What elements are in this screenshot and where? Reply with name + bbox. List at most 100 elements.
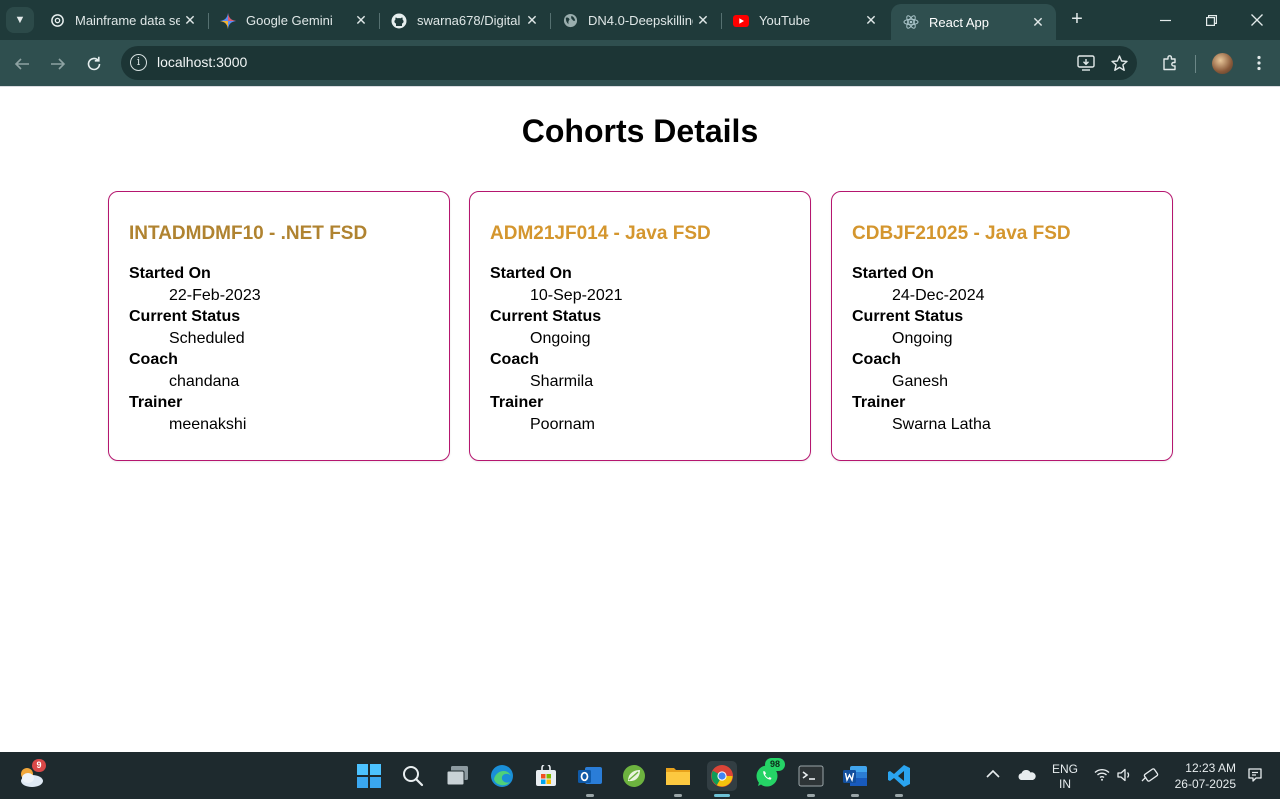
wifi-icon[interactable] [1094, 768, 1110, 784]
restore-icon [1205, 14, 1217, 26]
close-icon[interactable]: ✕ [522, 12, 542, 29]
current-status-label: Current Status [490, 308, 602, 325]
started-on-value: 24-Dec-2024 [892, 286, 985, 304]
tab-search-button[interactable]: ▼ [6, 7, 34, 33]
back-button[interactable] [9, 51, 35, 77]
started-on-value: 22-Feb-2023 [169, 286, 261, 304]
running-indicator [851, 794, 859, 797]
battery-charging-icon[interactable] [1141, 768, 1159, 785]
close-window-button[interactable] [1234, 0, 1280, 40]
cohort-name: ADM21JF014 - Java FSD [490, 223, 711, 244]
task-view-button[interactable] [443, 761, 473, 791]
coach-label: Coach [852, 351, 901, 368]
url-text[interactable]: localhost:3000 [157, 54, 247, 70]
microsoft-store-app[interactable] [531, 761, 561, 791]
globe-icon [562, 13, 578, 29]
volume-icon[interactable] [1117, 768, 1133, 785]
windows-taskbar: 9 98 ENG IN 12:23 AM 26-07-2025 [0, 752, 1280, 799]
notification-center-icon[interactable] [1247, 767, 1263, 786]
tab-title: Mainframe data se [75, 13, 180, 28]
close-icon[interactable]: ✕ [861, 12, 881, 29]
start-button[interactable] [354, 761, 384, 791]
site-info-icon[interactable]: i [130, 54, 147, 71]
youtube-icon [733, 13, 749, 29]
toolbar-divider [1195, 55, 1196, 73]
current-status-label: Current Status [129, 308, 241, 325]
clock-time: 12:23 AM [1185, 761, 1236, 775]
extensions-puzzle-icon[interactable] [1159, 52, 1181, 74]
clock-date: 26-07-2025 [1174, 777, 1236, 791]
started-on-label: Started On [129, 265, 211, 282]
weather-widget[interactable]: 9 [16, 759, 46, 791]
close-icon[interactable]: ✕ [180, 12, 200, 29]
trainer-value: Swarna Latha [892, 415, 991, 433]
reload-button[interactable] [81, 51, 107, 77]
store-bag-icon [536, 765, 556, 786]
outlook-icon [578, 767, 602, 784]
word-icon [843, 766, 867, 786]
tab-title: DN4.0-Deepskilling [588, 13, 693, 28]
vscode-app[interactable] [884, 761, 914, 797]
trainer-label: Trainer [490, 394, 544, 411]
bookmark-star-icon[interactable] [1108, 52, 1130, 74]
profile-avatar[interactable] [1212, 53, 1233, 74]
vscode-icon [888, 765, 910, 787]
trainer-value: Poornam [530, 415, 595, 433]
trainer-label: Trainer [852, 394, 906, 411]
active-indicator [714, 794, 730, 797]
onedrive-icon[interactable] [1017, 769, 1037, 784]
new-tab-button[interactable]: + [1066, 8, 1088, 30]
coach-value: chandana [169, 372, 240, 390]
running-indicator [586, 794, 594, 797]
terminal-app[interactable] [796, 761, 826, 797]
cohort-card: INTADMDMF10 - .NET FSD Started On 22-Feb… [108, 191, 450, 461]
tab-mainframe[interactable]: Mainframe data se ✕ [37, 4, 209, 37]
chrome-icon [711, 765, 733, 787]
whatsapp-app[interactable]: 98 [752, 758, 785, 791]
terminal-icon [798, 765, 824, 787]
outlook-app[interactable] [575, 761, 605, 797]
windows-logo-icon [357, 764, 381, 788]
show-hidden-icons-button[interactable] [986, 768, 1000, 782]
restore-button[interactable] [1188, 0, 1234, 40]
more-menu-icon[interactable] [1248, 52, 1270, 74]
forward-button[interactable] [45, 51, 71, 77]
gemini-icon [220, 12, 236, 29]
tab-gemini[interactable]: Google Gemini ✕ [208, 4, 380, 37]
close-icon[interactable]: ✕ [351, 12, 371, 29]
reload-icon [87, 56, 101, 71]
coach-label: Coach [490, 351, 539, 368]
tab-title: Google Gemini [246, 13, 333, 28]
address-bar[interactable]: i localhost:3000 [121, 46, 1137, 80]
file-explorer-app[interactable] [663, 761, 693, 797]
minimize-button[interactable] [1142, 0, 1188, 40]
chrome-app[interactable] [707, 761, 737, 797]
edge-browser-icon [491, 765, 513, 787]
install-app-icon[interactable] [1075, 52, 1097, 74]
input-language-indicator[interactable]: ENG IN [1047, 762, 1083, 792]
coach-value: Sharmila [530, 372, 594, 390]
trainer-value: meenakshi [169, 415, 247, 433]
close-icon[interactable]: ✕ [693, 12, 713, 29]
tab-react-app[interactable]: React App ✕ [891, 4, 1056, 40]
started-on-value: 10-Sep-2021 [530, 286, 623, 304]
clock[interactable]: 12:23 AM 26-07-2025 [1168, 760, 1236, 792]
close-icon[interactable]: ✕ [1028, 14, 1048, 31]
minimize-icon [1159, 19, 1171, 21]
running-indicator [895, 794, 903, 797]
language-code: ENG [1051, 762, 1078, 776]
tab-youtube[interactable]: YouTube ✕ [721, 4, 889, 37]
chevron-down-icon: ▼ [14, 14, 26, 26]
cohort-name: CDBJF21025 - Java FSD [852, 223, 1071, 244]
word-app[interactable] [840, 761, 870, 797]
search-button[interactable] [398, 761, 428, 791]
edge-app[interactable] [487, 761, 517, 791]
spring-tool-app[interactable] [619, 761, 649, 791]
cohort-card: ADM21JF014 - Java FSD Started On 10-Sep-… [469, 191, 811, 461]
search-icon [403, 766, 424, 787]
openai-icon [49, 13, 65, 29]
browser-tab-strip: ▼ Mainframe data se ✕ Google Gemini ✕ sw… [0, 0, 1280, 40]
tab-dn40-deepskilling[interactable]: DN4.0-Deepskilling ✕ [550, 4, 722, 37]
react-icon [903, 14, 919, 30]
tab-github[interactable]: swarna678/Digital ✕ [379, 4, 551, 37]
